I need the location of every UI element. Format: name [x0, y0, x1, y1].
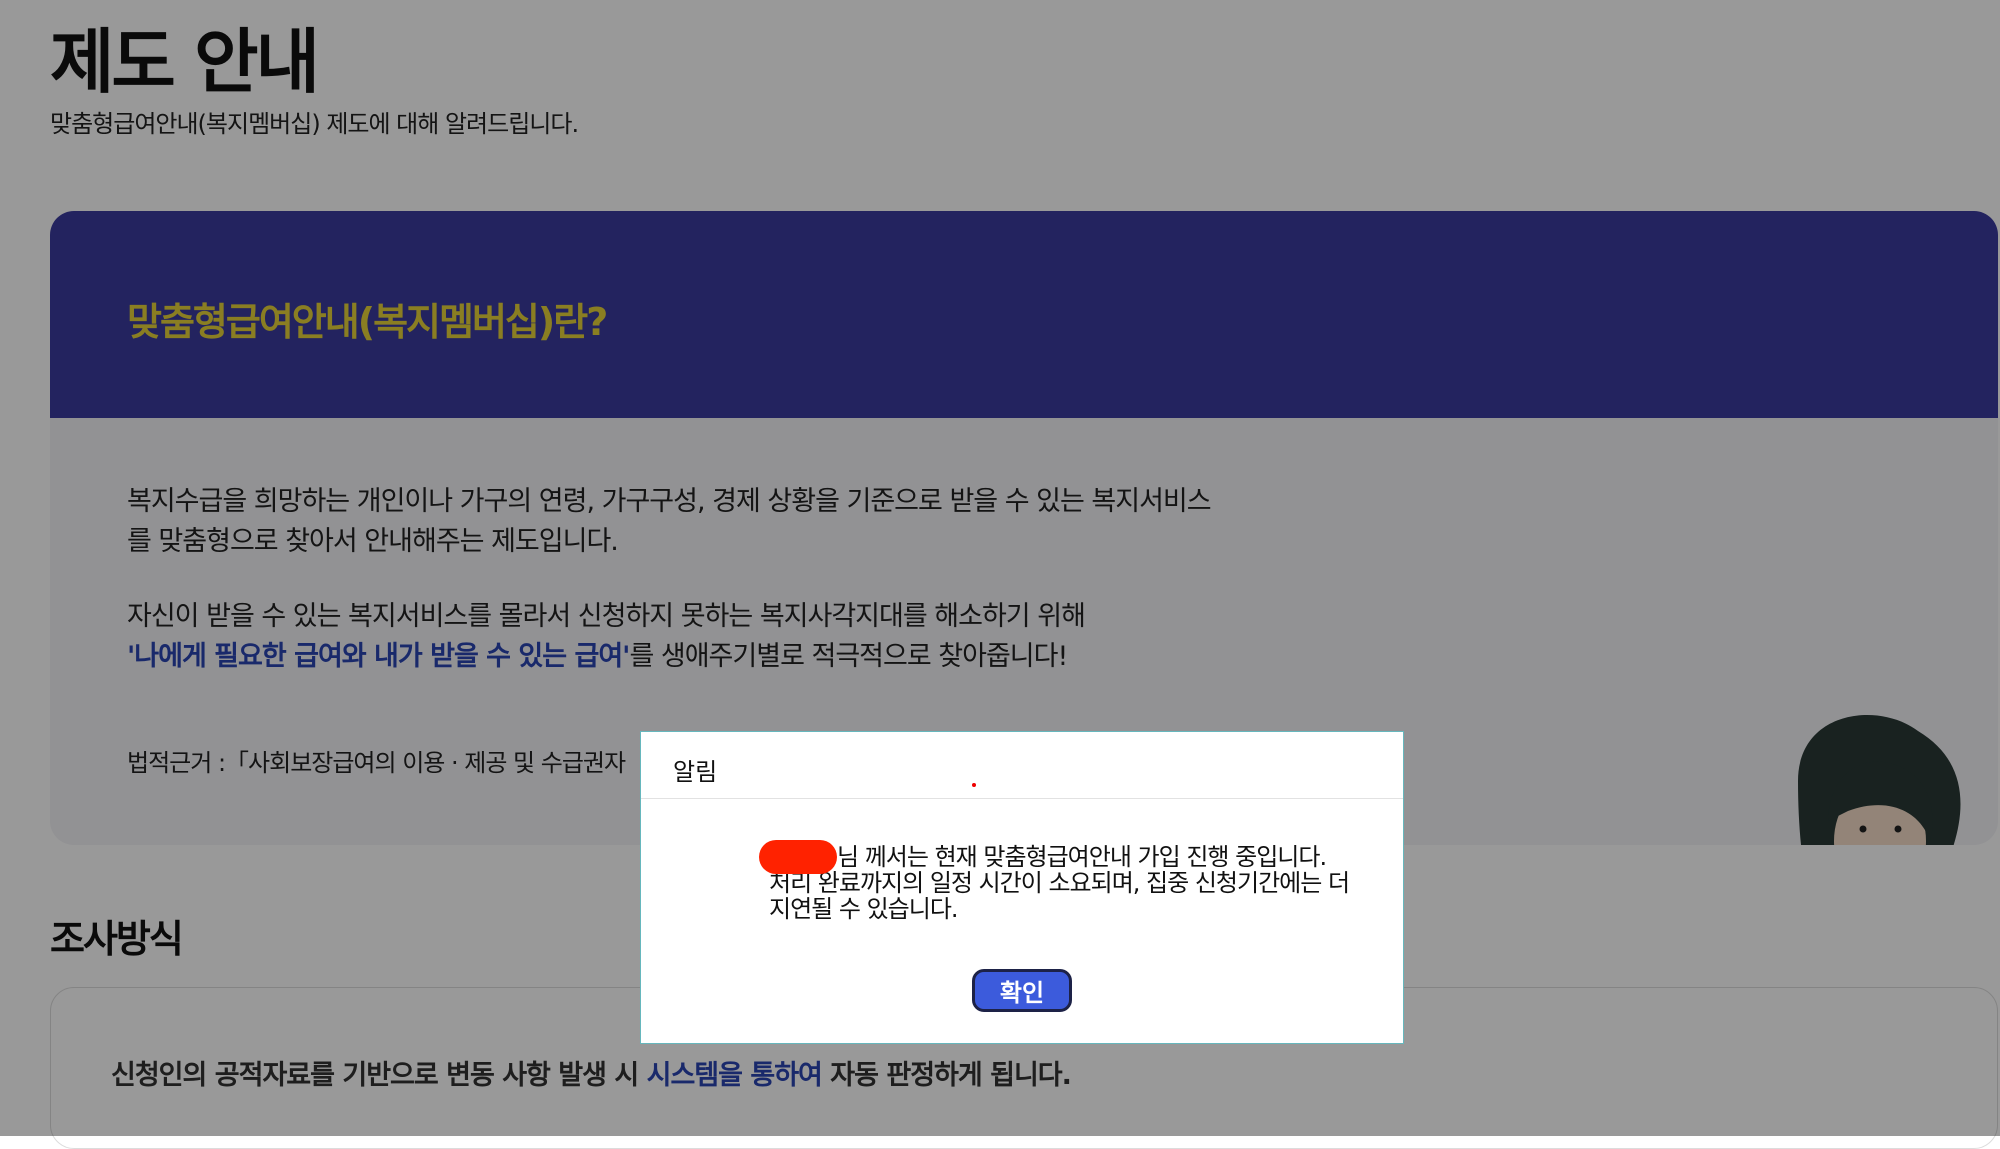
red-dot-mark	[972, 783, 976, 787]
dialog-message-line1: 님 께서는 현재 맞춤형급여안내 가입 진행 중입니다.	[837, 843, 1327, 871]
dialog-title: 알림	[673, 758, 718, 786]
dialog-message: 님 께서는 현재 맞춤형급여안내 가입 진행 중입니다. 처리 완료까지의 일정…	[769, 844, 1389, 922]
confirm-button[interactable]: 확인	[972, 969, 1072, 1012]
dialog-message-line2: 처리 완료까지의 일정 시간이 소요되며, 집중 신청기간에는 더	[769, 869, 1350, 897]
dialog-divider	[641, 798, 1403, 799]
redacted-username	[759, 840, 837, 874]
dialog-message-line3: 지연될 수 있습니다.	[769, 895, 959, 923]
alert-dialog: 알림 님 께서는 현재 맞춤형급여안내 가입 진행 중입니다. 처리 완료까지의…	[640, 731, 1404, 1044]
